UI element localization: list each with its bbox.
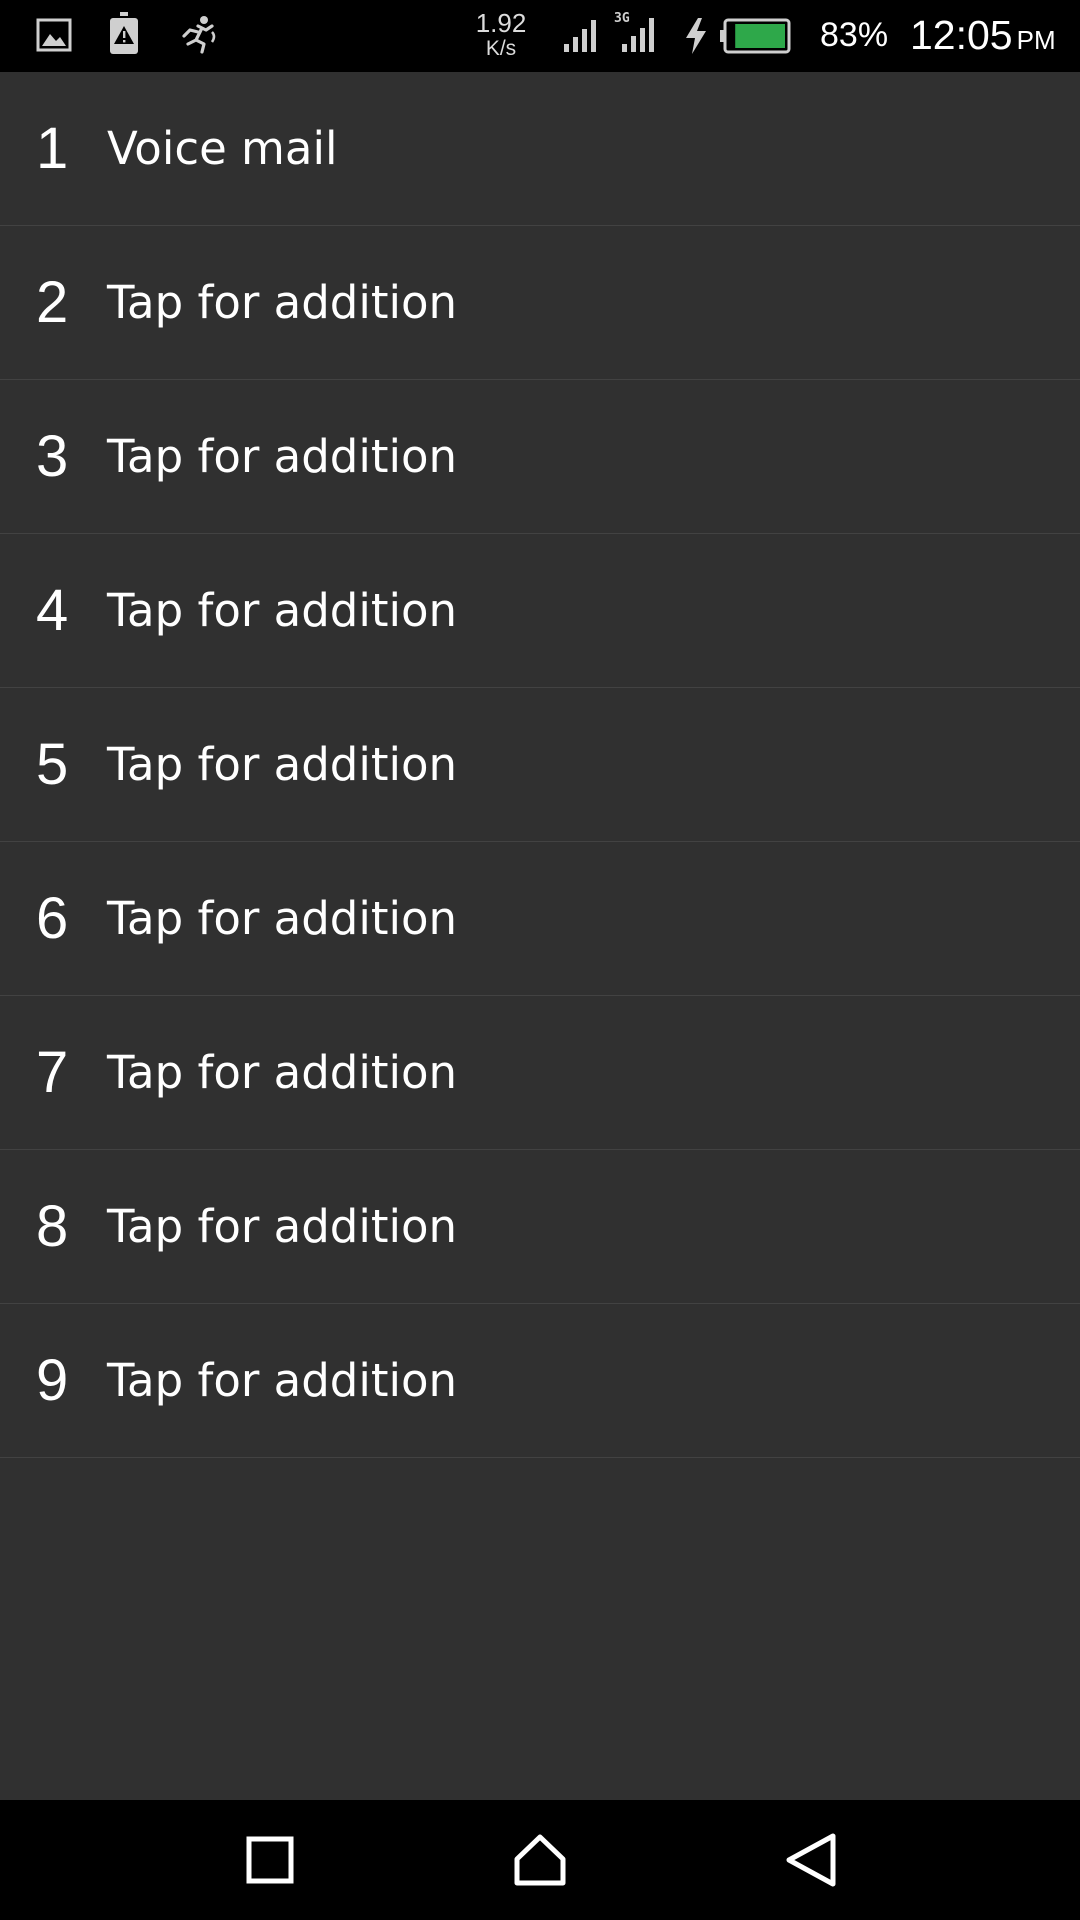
home-button[interactable] [500, 1820, 580, 1900]
battery-percentage: 83% [820, 16, 889, 54]
network-speed-unit: K/s [485, 37, 517, 60]
speed-dial-number: 9 [36, 1348, 69, 1413]
speed-dial-number: 2 [36, 270, 69, 335]
clock-ampm: PM [1016, 25, 1056, 55]
speed-dial-label: Tap for addition [107, 892, 458, 945]
speed-dial-label: Tap for addition [107, 276, 458, 329]
battery-fill [735, 24, 785, 48]
status-clock: 12:05 PM [910, 12, 1056, 59]
speed-dial-item-8[interactable]: 8 Tap for addition [0, 1150, 1080, 1304]
speed-dial-item-4[interactable]: 4 Tap for addition [0, 534, 1080, 688]
network-type-label: 3G [614, 11, 630, 26]
navigation-bar [0, 1800, 1080, 1920]
status-bar: 1.92 K/s 3G 83% 12:05 PM [0, 0, 1080, 72]
speed-dial-label: Tap for addition [107, 1046, 458, 1099]
battery-icon [720, 18, 792, 58]
signal-3g-icon: 3G [612, 8, 662, 58]
recents-button[interactable] [230, 1820, 310, 1900]
storage-warning-icon [108, 12, 140, 60]
speed-dial-number: 1 [36, 116, 69, 181]
speed-dial-label: Tap for addition [107, 738, 458, 791]
back-triangle-icon [786, 1833, 836, 1887]
clock-time: 12:05 [910, 12, 1013, 58]
signal-icon [562, 16, 602, 58]
speed-dial-item-7[interactable]: 7 Tap for addition [0, 996, 1080, 1150]
speed-dial-number: 6 [36, 886, 69, 951]
speed-dial-number: 5 [36, 732, 69, 797]
speed-dial-number: 3 [36, 424, 69, 489]
speed-dial-number: 4 [36, 578, 69, 643]
back-button[interactable] [770, 1820, 850, 1900]
network-speed: 1.92 K/s [468, 10, 534, 59]
network-speed-value: 1.92 [475, 8, 527, 38]
speed-dial-list: 1 Voice mail 2 Tap for addition 3 Tap for add… [0, 72, 1080, 1458]
charging-icon [684, 18, 708, 58]
speed-dial-screen: 1.92 K/s 3G 83% 12:05 PM 1 Voice mail 2 … [0, 0, 1080, 1920]
speed-dial-item-3[interactable]: 3 Tap for addition [0, 380, 1080, 534]
speed-dial-label: Tap for addition [107, 584, 458, 637]
speed-dial-label: Tap for addition [107, 430, 458, 483]
activity-runner-icon [176, 14, 220, 58]
gallery-icon [36, 18, 72, 56]
speed-dial-item-9[interactable]: 9 Tap for addition [0, 1304, 1080, 1458]
speed-dial-label: Tap for addition [107, 1200, 458, 1253]
speed-dial-label: Tap for addition [107, 1354, 458, 1407]
speed-dial-number: 7 [36, 1040, 69, 1105]
speed-dial-number: 8 [36, 1194, 69, 1259]
speed-dial-item-2[interactable]: 2 Tap for addition [0, 226, 1080, 380]
speed-dial-item-6[interactable]: 6 Tap for addition [0, 842, 1080, 996]
speed-dial-label: Voice mail [107, 122, 338, 175]
home-icon [514, 1834, 566, 1886]
speed-dial-item-1[interactable]: 1 Voice mail [0, 72, 1080, 226]
speed-dial-item-5[interactable]: 5 Tap for addition [0, 688, 1080, 842]
recents-square-icon [246, 1836, 294, 1884]
